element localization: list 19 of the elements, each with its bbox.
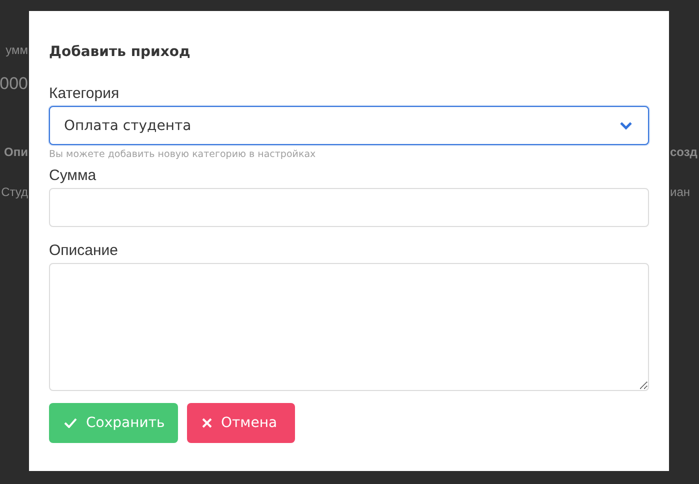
background-text: 000 xyxy=(0,74,28,94)
field-hint: Вы можете добавить новую категорию в настройках xyxy=(49,149,317,160)
input-field[interactable] xyxy=(49,188,649,227)
check-icon xyxy=(64,418,77,428)
dialog-title: Добавить приход xyxy=(49,44,192,60)
background-text: умм xyxy=(6,43,28,57)
save-button[interactable]: Сохранить xyxy=(49,403,178,443)
cancel-button[interactable]: Отмена xyxy=(187,403,295,443)
text-area[interactable] xyxy=(49,263,649,391)
background-text: Опи xyxy=(4,145,28,159)
background-text: Студ xyxy=(1,185,28,199)
field-label: Категория xyxy=(49,85,120,102)
chevron-down-icon xyxy=(619,121,633,130)
field-label: Сумма xyxy=(49,167,98,184)
background-text: иан xyxy=(670,185,690,199)
close-icon xyxy=(202,418,212,428)
category-select[interactable]: Оплата студента xyxy=(49,106,649,145)
field-label: Описание xyxy=(49,242,120,259)
background-text: созд xyxy=(670,145,698,159)
